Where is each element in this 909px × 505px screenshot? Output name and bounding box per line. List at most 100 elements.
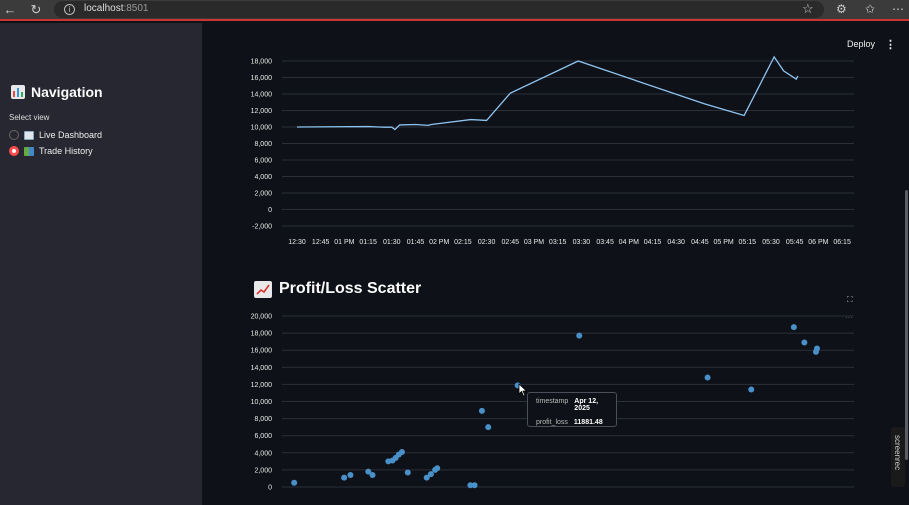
scatter-point[interactable]	[478, 407, 485, 414]
chart-increasing-icon	[24, 130, 34, 140]
scatter-point[interactable]	[404, 469, 411, 476]
reload-icon[interactable]: ↻	[28, 2, 44, 18]
y-tick-label: 12,000	[251, 108, 273, 115]
favorites-icon[interactable]: ✩	[865, 2, 875, 16]
chart-increasing-icon	[254, 280, 272, 298]
y-tick-label: 6,000	[254, 158, 272, 165]
scatter-title-text: Profit/Loss Scatter	[279, 280, 422, 297]
select-view-label: Select view	[9, 113, 50, 122]
y-tick-label: 2,000	[254, 467, 272, 474]
x-tick-label: 02 PM	[429, 239, 449, 246]
series-line	[296, 55, 799, 131]
x-tick-label: 01 PM	[334, 239, 354, 246]
x-tick-label: 04:15	[644, 239, 662, 246]
x-tick-label: 02:45	[502, 239, 520, 246]
x-tick-label: 02:15	[454, 239, 472, 246]
x-tick-label: 01:30	[383, 239, 401, 246]
radio-button-selected[interactable]	[9, 146, 19, 156]
main-content: Deploy ⋮ 18,000 16,000 14,000 12,000 10,000 8…	[202, 23, 909, 505]
scatter-point[interactable]	[434, 465, 441, 472]
y-tick-label: 18,000	[251, 59, 273, 66]
scatter-point[interactable]	[291, 479, 298, 486]
y-tick-label: 0	[268, 207, 272, 214]
tooltip-key: timestamp	[536, 398, 569, 405]
chart-tooltip: timestamp Apr 12, 2025 profit_loss 11881.4…	[527, 392, 617, 427]
scatter-point[interactable]	[341, 474, 348, 481]
x-tick-label: 12:30	[288, 239, 306, 246]
scatter-point[interactable]	[704, 374, 711, 381]
tooltip-key: profit_loss	[536, 419, 568, 426]
y-tick-label: 16,000	[251, 75, 273, 82]
radio-live-dashboard[interactable]: Live Dashboard	[9, 130, 102, 140]
site-info-icon[interactable]: i	[64, 4, 75, 15]
y-tick-label: 14,000	[251, 365, 273, 372]
scatter-point[interactable]	[398, 448, 405, 455]
x-tick-label: 03:45	[596, 239, 614, 246]
line-chart: 18,000 16,000 14,000 12,000 10,000 8,000 6,000…	[251, 55, 854, 246]
y-tick-label: 2,000	[254, 191, 272, 198]
scatter-point[interactable]	[790, 324, 797, 331]
x-tick-label: 05:45	[786, 239, 804, 246]
y-tick-label: 10,000	[251, 125, 273, 132]
ledger-icon	[24, 146, 34, 156]
address-bar[interactable]: i localhost:8501 ☆	[54, 1, 824, 18]
radio-trade-history[interactable]: Trade History	[9, 146, 93, 156]
scatter-point[interactable]	[801, 339, 808, 346]
y-tick-label: 4,000	[254, 174, 272, 181]
bookmark-star-icon[interactable]: ☆	[802, 1, 814, 17]
tooltip-value: Apr 12, 2025	[574, 398, 599, 412]
fullscreen-icon[interactable]: ⛶	[847, 295, 853, 305]
y-tick-label: 6,000	[254, 433, 272, 440]
scatter-point[interactable]	[485, 424, 492, 431]
y-tick-label: 0	[268, 485, 272, 492]
y-tick-label: 8,000	[254, 141, 272, 148]
y-tick-label: 20,000	[251, 314, 273, 321]
x-tick-label: 06 PM	[808, 239, 828, 246]
sidebar-title: Navigation	[11, 84, 103, 100]
y-tick-label: 8,000	[254, 416, 272, 423]
x-tick-label: 04:30	[667, 239, 685, 246]
x-tick-label: 02:30	[478, 239, 496, 246]
x-tick-label: 03:30	[573, 239, 591, 246]
y-tick-label: -2,000	[252, 224, 272, 231]
y-tick-label: 10,000	[251, 399, 273, 406]
x-tick-label: 05:30	[762, 239, 780, 246]
x-tick-label: 04:45	[691, 239, 709, 246]
y-tick-label: 4,000	[254, 450, 272, 457]
scatter-point[interactable]	[471, 482, 478, 489]
scrollbar-thumb[interactable]	[905, 190, 908, 460]
scatter-point[interactable]	[814, 345, 820, 352]
tooltip-value: 11881.48	[573, 419, 603, 426]
scatter-point[interactable]	[347, 472, 354, 479]
y-tick-label: 12,000	[251, 382, 273, 389]
x-tick-label: 03:15	[549, 239, 567, 246]
scatter-point[interactable]	[748, 386, 755, 393]
sidebar-title-text: Navigation	[31, 84, 103, 100]
browser-toolbar: ← ↻ i localhost:8501 ☆ ⚙ ✩ ⋯	[0, 0, 909, 21]
bar-chart-icon	[11, 85, 25, 99]
radio-button[interactable]	[9, 130, 19, 140]
extensions-icon[interactable]: ⚙	[836, 2, 847, 16]
x-tick-label: 03 PM	[524, 239, 544, 246]
back-icon[interactable]: ←	[2, 2, 18, 18]
x-tick-label: 05 PM	[713, 239, 733, 246]
browser-menu-icon[interactable]: ⋯	[892, 2, 904, 16]
scatter-section-title: Profit/Loss Scatter	[254, 280, 421, 298]
x-tick-label: 05:15	[739, 239, 757, 246]
url-text: localhost:8501	[84, 3, 149, 14]
y-tick-label: 14,000	[251, 92, 273, 99]
y-tick-label: 16,000	[251, 348, 273, 355]
scatter-point[interactable]	[576, 332, 583, 339]
x-tick-label: 01:15	[359, 239, 377, 246]
scatter-point[interactable]	[427, 471, 434, 478]
sidebar: Navigation Select view Live Dashboard Tr…	[0, 23, 202, 505]
x-tick-label: 12:45	[312, 239, 330, 246]
x-tick-label: 06:15	[833, 239, 851, 246]
x-tick-label: 01:45	[407, 239, 425, 246]
x-tick-label: 04 PM	[619, 239, 639, 246]
scatter-point[interactable]	[369, 472, 376, 479]
radio-label: Trade History	[39, 146, 93, 156]
y-tick-label: 18,000	[251, 331, 273, 338]
screenrec-watermark: screenrec	[891, 427, 905, 487]
radio-label: Live Dashboard	[39, 130, 103, 140]
